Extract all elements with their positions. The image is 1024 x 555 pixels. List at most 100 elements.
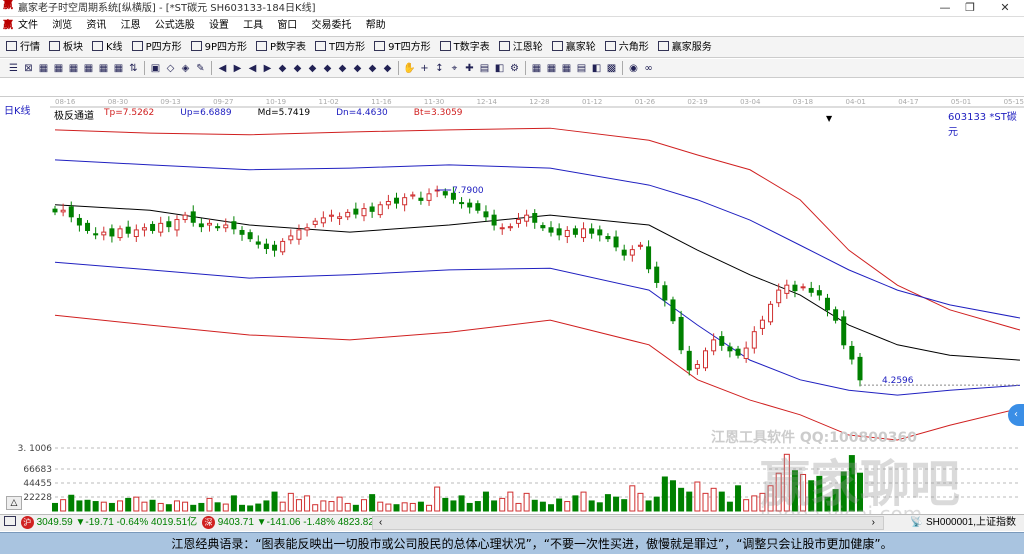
expand-up-button[interactable]: △	[6, 496, 22, 510]
menu-window[interactable]: 窗口	[277, 20, 297, 31]
volume-bar	[718, 491, 725, 512]
volume-bar	[182, 501, 189, 512]
toolbar-button-P9[interactable]: 9P四方形	[190, 37, 247, 58]
tool-16-icon[interactable]: ▶	[231, 62, 244, 75]
toolbar-button-blocks[interactable]: 板块	[49, 37, 83, 58]
tool-45-icon[interactable]: ∞	[642, 62, 655, 75]
tool-24-icon[interactable]: ◆	[351, 62, 364, 75]
menu-file[interactable]: 文件	[18, 20, 38, 31]
toolbar-button-target[interactable]: 江恩轮	[498, 37, 543, 58]
tool-11-icon[interactable]: ◇	[164, 62, 177, 75]
side-panel-toggle-button[interactable]: ‹	[1008, 404, 1024, 426]
tool-37-icon[interactable]: ▦	[530, 62, 543, 75]
tool-42-icon[interactable]: ▩	[605, 62, 618, 75]
volume-bar	[360, 499, 367, 512]
tool-28-icon[interactable]: ✋	[403, 62, 416, 75]
tool-2-icon[interactable]: ▦	[37, 62, 50, 75]
tool-41-icon[interactable]: ◧	[590, 62, 603, 75]
volume-bar	[466, 502, 473, 512]
candle	[158, 222, 164, 233]
close-button[interactable]: ✕	[990, 0, 1020, 17]
tool-17-icon[interactable]: ◀	[246, 62, 259, 75]
tool-26-icon[interactable]: ◆	[381, 62, 394, 75]
tool-7-icon[interactable]: ▦	[112, 62, 125, 75]
kline-chart[interactable]: 08-16 08-30 09-13 09-27 10-19 11-02 11-16 11-30…	[0, 96, 1024, 526]
ts-icon	[315, 41, 327, 51]
tool-22-icon[interactable]: ◆	[321, 62, 334, 75]
volume-bar	[726, 501, 733, 512]
volume-bar	[255, 503, 262, 512]
toolbar-button-TS[interactable]: T四方形	[315, 37, 365, 58]
candle	[394, 197, 400, 204]
tool-21-icon[interactable]: ◆	[306, 62, 319, 75]
tool-19-icon[interactable]: ◆	[276, 62, 289, 75]
tool-10-icon[interactable]: ▣	[149, 62, 162, 75]
tool-13-icon[interactable]: ✎	[194, 62, 207, 75]
tool-0-icon[interactable]: ☰	[7, 62, 20, 75]
tool-12-icon[interactable]: ◈	[179, 62, 192, 75]
menu-formula[interactable]: 公式选股	[155, 20, 195, 31]
dropdown-arrow-icon[interactable]: ▼	[826, 114, 832, 123]
tool-18-icon[interactable]: ▶	[261, 62, 274, 75]
scroll-left-icon[interactable]: ‹	[379, 515, 382, 531]
band-tp-line	[54, 127, 1021, 331]
volume-bar	[694, 481, 701, 512]
tool-31-icon[interactable]: ⌖	[448, 62, 461, 75]
candle	[857, 356, 863, 381]
toolbar-button-hexagon[interactable]: 六角形	[604, 37, 649, 58]
tool-15-icon[interactable]: ◀	[216, 62, 229, 75]
menu-news[interactable]: 资讯	[86, 20, 106, 31]
candle	[320, 217, 326, 224]
tool-4-icon[interactable]: ▦	[67, 62, 80, 75]
tool-30-icon[interactable]: ↕	[433, 62, 446, 75]
tool-23-icon[interactable]: ◆	[336, 62, 349, 75]
tool-32-icon[interactable]: ✚	[463, 62, 476, 75]
menu-settings[interactable]: 设置	[209, 20, 229, 31]
menu-tools[interactable]: 工具	[243, 20, 263, 31]
candle	[76, 217, 82, 226]
toolbar-button-PS[interactable]: P四方形	[131, 37, 182, 58]
volume-bar	[214, 502, 221, 512]
tool-8-icon[interactable]: ⇅	[127, 62, 140, 75]
toolbar-label: T数字表	[453, 42, 490, 53]
tool-35-icon[interactable]: ⚙	[508, 62, 521, 75]
scroll-right-icon[interactable]: ›	[872, 515, 875, 531]
ticker-scrollbar[interactable]: ‹ ›	[372, 516, 884, 530]
tool-34-icon[interactable]: ◧	[493, 62, 506, 75]
tool-1-icon[interactable]: ⊠	[22, 62, 35, 75]
toolbar-button-dollar[interactable]: 赢家服务	[657, 37, 712, 58]
tool-39-icon[interactable]: ▦	[560, 62, 573, 75]
tool-44-icon[interactable]: ◉	[627, 62, 640, 75]
p9-icon	[190, 41, 202, 51]
maximize-button[interactable]: ❐	[955, 0, 985, 17]
candle	[231, 221, 237, 230]
tool-3-icon[interactable]: ▦	[52, 62, 65, 75]
tool-38-icon[interactable]: ▦	[545, 62, 558, 75]
tool-29-icon[interactable]: +	[418, 62, 431, 75]
sh-index: 3049.59	[36, 517, 73, 528]
gann-quote: 江恩经典语录：“图表能反映出一切股市或公司股民的总体心理状况”，“不要一次性买进…	[171, 537, 893, 551]
volume-bar	[279, 501, 286, 512]
menu-help[interactable]: 帮助	[366, 20, 386, 31]
candle	[727, 346, 733, 352]
toolbar-button-TN[interactable]: T数字表	[439, 37, 490, 58]
tool-33-icon[interactable]: ▤	[478, 62, 491, 75]
toolbar-button-T9[interactable]: 9T四方形	[374, 37, 431, 58]
volume-bar	[604, 494, 611, 512]
tool-5-icon[interactable]: ▦	[82, 62, 95, 75]
toolbar-button-grid[interactable]: 行情	[6, 37, 40, 58]
candle	[68, 206, 74, 218]
index-code[interactable]: SH000001,上证指数	[926, 515, 1016, 531]
menu-browse[interactable]: 浏览	[52, 20, 72, 31]
toolbar-button-candles[interactable]: K线	[92, 37, 123, 58]
tool-25-icon[interactable]: ◆	[366, 62, 379, 75]
tool-20-icon[interactable]: ◆	[291, 62, 304, 75]
menu-trade[interactable]: 交易委托	[312, 20, 352, 31]
tool-6-icon[interactable]: ▦	[97, 62, 110, 75]
volume-tick-label: 3. 1006	[18, 444, 53, 454]
toolbar-button-wheel[interactable]: 赢家轮	[551, 37, 596, 58]
toolbar-button-PN[interactable]: P数字表	[256, 37, 306, 58]
calculator-icon[interactable]	[4, 516, 16, 526]
tool-40-icon[interactable]: ▤	[575, 62, 588, 75]
menu-gann[interactable]: 江恩	[121, 20, 141, 31]
